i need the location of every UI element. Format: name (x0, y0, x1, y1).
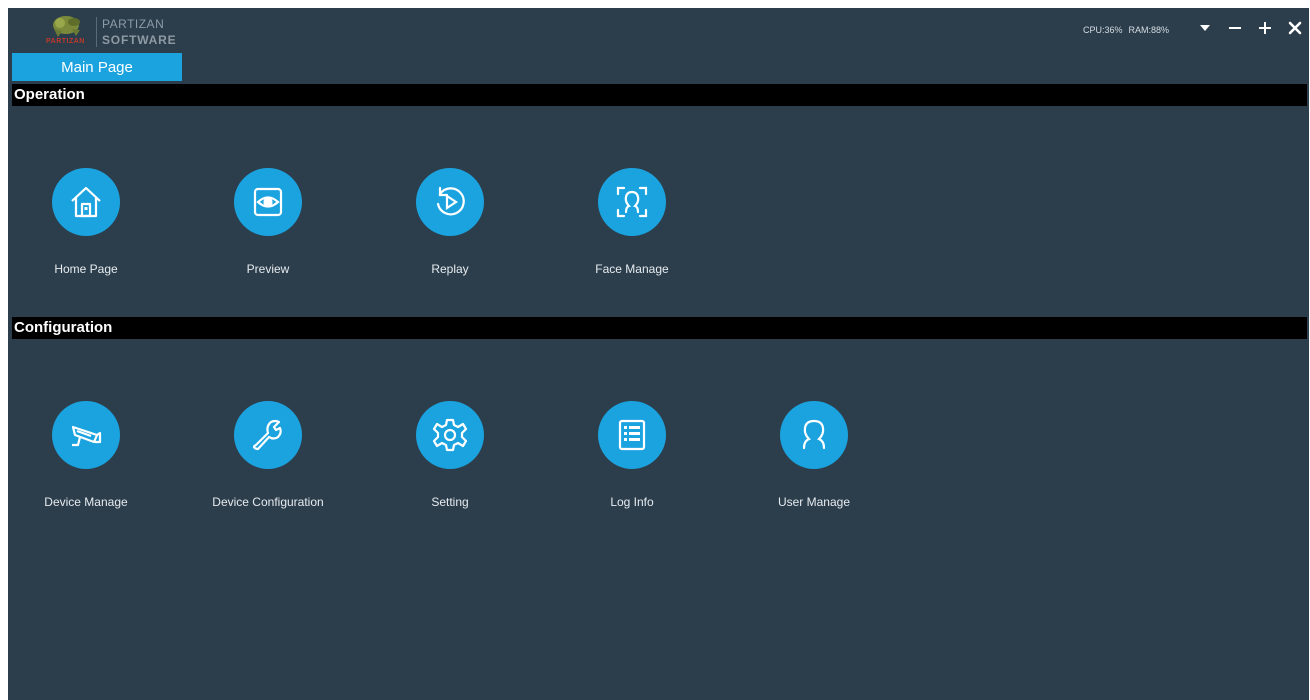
home-icon[interactable] (52, 168, 120, 236)
logo-mark-text: PARTIZAN (46, 38, 85, 45)
tile-replay[interactable]: Replay (372, 168, 532, 288)
tile-device-manage[interactable]: Device Manage (8, 401, 168, 521)
logo-text-software: SOFTWARE (102, 33, 177, 47)
tile-label: Device Configuration (212, 495, 324, 509)
logo-text-partizan: PARTIZAN (102, 17, 165, 31)
wrench-icon[interactable] (234, 401, 302, 469)
minimize-icon[interactable] (1227, 16, 1243, 40)
tile-device-configuration[interactable]: Device Configuration (190, 401, 350, 521)
tab-main-page[interactable]: Main Page (12, 53, 182, 81)
ram-usage: RAM:88% (1128, 25, 1169, 35)
tile-label: Log Info (610, 495, 654, 509)
close-icon[interactable] (1287, 16, 1303, 40)
tile-face-manage[interactable]: Face Manage (554, 168, 714, 288)
title-bar: PARTIZAN PARTIZAN SOFTWARE Main Page CPU… (8, 8, 1309, 82)
tile-preview[interactable]: Preview (190, 168, 350, 288)
replay-icon[interactable] (416, 168, 484, 236)
dropdown-icon[interactable] (1197, 16, 1213, 40)
section-header-operation: Operation (12, 84, 1307, 106)
app-logo: PARTIZAN PARTIZAN SOFTWARE (44, 11, 184, 51)
tile-label: Replay (431, 262, 469, 276)
gear-icon[interactable] (416, 401, 484, 469)
section-header-configuration: Configuration (12, 317, 1307, 339)
document-icon[interactable] (598, 401, 666, 469)
app-window: PARTIZAN PARTIZAN SOFTWARE Main Page CPU… (8, 8, 1309, 700)
cpu-usage: CPU:36% (1082, 25, 1123, 35)
maximize-icon[interactable] (1257, 16, 1273, 40)
eye-icon[interactable] (234, 168, 302, 236)
tile-home-page[interactable]: Home Page (8, 168, 168, 288)
system-status: CPU:36% RAM:88% (1083, 25, 1169, 35)
camera-icon[interactable] (52, 401, 120, 469)
user-icon[interactable] (780, 401, 848, 469)
tile-label: Face Manage (595, 262, 669, 276)
tile-setting[interactable]: Setting (372, 401, 532, 521)
tile-user-manage[interactable]: User Manage (736, 401, 896, 521)
tile-log-info[interactable]: Log Info (554, 401, 714, 521)
tile-label: Setting (431, 495, 469, 509)
tile-label: Preview (246, 262, 290, 276)
tile-label: Home Page (54, 262, 118, 276)
window-controls (1197, 16, 1303, 40)
tile-label: User Manage (777, 495, 851, 509)
face-icon[interactable] (598, 168, 666, 236)
logo-divider (96, 17, 97, 47)
tile-label: Device Manage (44, 495, 128, 509)
